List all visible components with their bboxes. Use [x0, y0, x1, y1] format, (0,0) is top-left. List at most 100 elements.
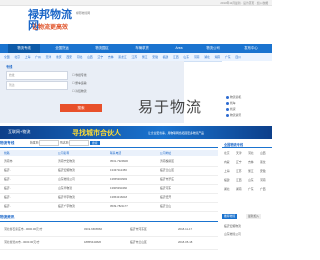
- city-link[interactable]: 辽宁: [98, 55, 104, 59]
- sidebar-city[interactable]: 上海: [224, 169, 230, 173]
- sidebar-city[interactable]: 北京: [224, 151, 230, 155]
- banner-left-text: 互联网+物流: [8, 129, 31, 134]
- row-phone: 13954316018: [110, 195, 128, 199]
- filter-end-input[interactable]: [69, 140, 90, 146]
- dot-icon: [226, 95, 229, 99]
- nav-item-2[interactable]: 物流园区: [84, 44, 120, 53]
- news-date: 2018-11-17: [178, 227, 193, 231]
- row-company: 山东华物流: [58, 186, 72, 190]
- filter-search-button[interactable]: 搜索: [89, 140, 100, 145]
- site-logo[interactable]: 禄邦物流网 让物流更高效: [24, 5, 74, 35]
- news-row[interactable]: 河北省石家庄市...0000.00元/方 0319-6666566 临沂市河东区…: [0, 224, 218, 237]
- city-link[interactable]: 黑龙江: [118, 55, 126, 59]
- city-link[interactable]: 河北: [77, 55, 83, 59]
- sidebar-city[interactable]: 天津: [236, 151, 242, 155]
- promo-banner[interactable]: 互联网+物流 寻找城市合伙人 让企业更省事，用物联网络拓展更多物流产品: [0, 126, 272, 139]
- city-link[interactable]: 上海: [25, 55, 31, 59]
- sidebar-city[interactable]: 江西: [236, 178, 242, 182]
- quick-links-panel: 物流商机 找车 找货 物流资讯: [222, 61, 272, 123]
- sidebar-city[interactable]: 湖南: [236, 187, 242, 191]
- city-link[interactable]: 河南: [194, 55, 200, 59]
- column-header: 公司名称: [58, 151, 70, 155]
- city-link[interactable]: 天津: [46, 55, 52, 59]
- city-link[interactable]: 广州: [35, 55, 41, 59]
- city-link[interactable]: 广东: [225, 55, 231, 59]
- sidebar-header: 全国物流专线: [222, 140, 272, 148]
- search-tab-label[interactable]: 专线: [6, 64, 12, 69]
- city-link[interactable]: 重庆: [56, 55, 62, 59]
- news-section-header: 物流资讯: [0, 214, 218, 222]
- nav-item-5[interactable]: 物流公司: [196, 44, 230, 53]
- column-header: 线路: [4, 151, 10, 155]
- row-company: 临沂广宇物流: [58, 204, 75, 208]
- sidebar-tab-1[interactable]: 最新加入: [246, 214, 262, 219]
- city-link[interactable]: 江西: [173, 55, 179, 59]
- search-button[interactable]: 搜索: [60, 104, 102, 112]
- city-link[interactable]: 吉林: [108, 55, 114, 59]
- check-2[interactable]: ☐ 冷链物流: [72, 89, 87, 93]
- sidebar-city[interactable]: 江苏: [236, 169, 242, 173]
- sidebar-city[interactable]: 安徽: [260, 169, 266, 173]
- row-phone: 0531-7929930: [110, 159, 129, 163]
- city-link[interactable]: 北京: [14, 55, 20, 59]
- sidebar-tab-0[interactable]: 推荐物流: [222, 214, 238, 219]
- row-addr: 临沂经开: [160, 195, 172, 199]
- sidebar-city[interactable]: 吉林: [248, 160, 254, 164]
- check-1[interactable]: ☐ 整车运输: [72, 81, 87, 85]
- check-0[interactable]: ☐ 零担专线: [72, 73, 87, 77]
- sidebar-city[interactable]: 辽宁: [236, 160, 242, 164]
- sidebar-city[interactable]: 河南: [260, 178, 266, 182]
- column-header: 联系电话: [110, 151, 122, 155]
- row-phone: 0539-7821177: [110, 204, 128, 208]
- sidebar-city[interactable]: 内蒙: [224, 160, 230, 164]
- city-link[interactable]: 山东: [183, 55, 189, 59]
- sidebar-city[interactable]: 湖北: [224, 187, 230, 191]
- check-label-2: 冷链物流: [75, 89, 87, 93]
- nav-item-1[interactable]: 全国货运: [44, 44, 80, 53]
- row-company: 临沂宏顺物流: [58, 168, 75, 172]
- quick-link-3[interactable]: 物流资讯: [226, 113, 241, 117]
- dot-icon: [226, 113, 229, 117]
- nav-item-6[interactable]: 发布中心: [232, 44, 270, 53]
- nav-item-0[interactable]: 物流专线: [8, 44, 40, 53]
- news-row[interactable]: 河北省沧州市...0000.00元/方 18855443826 临沂市兰山区 2…: [0, 237, 218, 250]
- row-phone: 13905393460: [110, 186, 128, 190]
- list-filters: 始发地 到达地 搜索: [30, 140, 100, 146]
- sidebar-tab-item[interactable]: 临沂宏顺物流: [224, 224, 241, 228]
- city-link[interactable]: 江苏: [131, 55, 137, 59]
- sidebar-city[interactable]: 广西: [260, 187, 266, 191]
- city-link[interactable]: 浙江: [142, 55, 148, 59]
- city-link[interactable]: 湖北: [204, 55, 210, 59]
- news-text: 河北省石家庄市...0000.00元/方: [4, 227, 43, 231]
- from-field[interactable]: 始发: [6, 71, 68, 80]
- table-row[interactable]: 临沂- 临沂广宇物流 0539-7821177 临沂兰山: [0, 202, 218, 212]
- quick-link-label: 物流资讯: [230, 113, 242, 117]
- sidebar-city[interactable]: 浙江: [248, 169, 254, 173]
- city-link[interactable]: 全国: [4, 55, 10, 59]
- sidebar-city[interactable]: 黑龙: [260, 160, 266, 164]
- nav-item-4[interactable]: Area: [164, 44, 194, 53]
- city-link[interactable]: 安徽: [152, 55, 158, 59]
- quick-link-0[interactable]: 物流商机: [226, 95, 241, 99]
- to-field[interactable]: 到达: [6, 81, 68, 90]
- city-link[interactable]: 西安: [66, 55, 72, 59]
- city-link[interactable]: 四川: [235, 55, 241, 59]
- sidebar-city[interactable]: 河北: [248, 151, 254, 155]
- sidebar-city[interactable]: 福建: [224, 178, 230, 182]
- table-header: 线路 公司名称 联系电话 公司地址: [0, 150, 218, 156]
- sidebar-city[interactable]: 山东: [248, 178, 254, 182]
- filter-start-input[interactable]: [39, 140, 60, 146]
- row-phone: 13655303993: [110, 177, 128, 181]
- city-link[interactable]: 山西: [87, 55, 93, 59]
- quick-link-1[interactable]: 找车: [226, 101, 236, 105]
- city-link[interactable]: 福建: [163, 55, 169, 59]
- sidebar-tab-item[interactable]: 山东物流公司: [224, 232, 241, 236]
- nav-item-3[interactable]: 车辆求货: [124, 44, 160, 53]
- row-line: 临沂-: [4, 186, 11, 190]
- sidebar-city[interactable]: 广东: [248, 187, 254, 191]
- city-link[interactable]: 湖南: [215, 55, 221, 59]
- quick-link-2[interactable]: 找货: [226, 107, 236, 111]
- sidebar-city[interactable]: 山西: [260, 151, 266, 155]
- top-links[interactable]: 2013年11月最新 · 设为首页 · 加入收藏: [220, 1, 268, 5]
- row-line: 济南市-: [4, 159, 14, 163]
